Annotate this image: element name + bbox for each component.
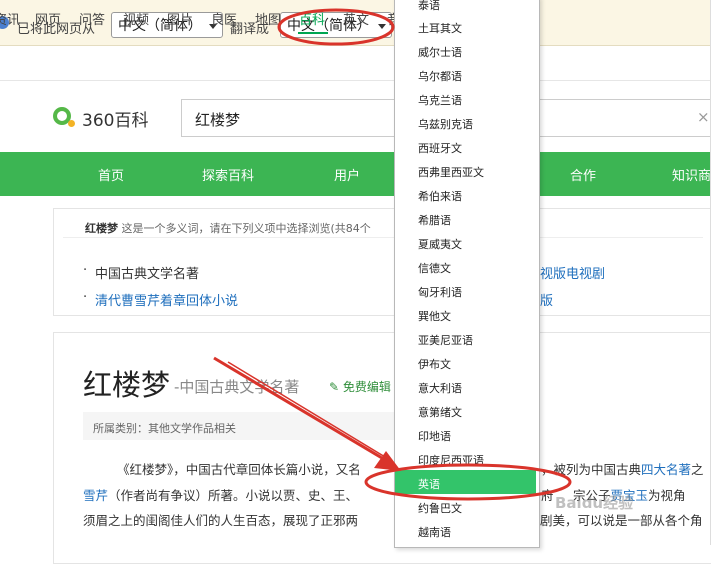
annotation-arrow-line-2: [227, 361, 391, 461]
annotation-arrow-line: [213, 356, 393, 466]
annotation-circle-select: [277, 8, 395, 46]
annotation-overlay: [213, 8, 572, 501]
